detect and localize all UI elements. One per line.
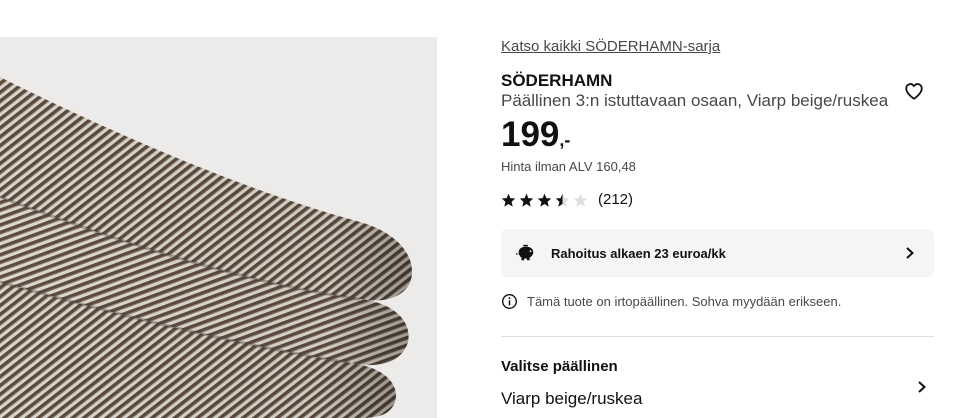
financing-label: Rahoitus alkaen 23 euroa/kk [551, 245, 726, 261]
price-suffix: ,- [559, 130, 571, 150]
series-link[interactable]: Katso kaikki SÖDERHAMN-sarja [501, 38, 720, 55]
rating[interactable]: (212) [501, 191, 633, 208]
cover-select-button[interactable] [911, 376, 933, 398]
chevron-right-icon [906, 247, 914, 259]
divider [501, 336, 934, 337]
cover-select-value[interactable]: Viarp beige/ruskea [501, 389, 642, 409]
info-icon [502, 294, 517, 309]
star-full-icon [519, 193, 534, 207]
heart-icon [905, 83, 923, 100]
wishlist-button[interactable] [900, 78, 928, 104]
cover-notice: Tämä tuote on irtopäällinen. Sohva myydä… [501, 293, 841, 310]
star-full-icon [537, 193, 552, 207]
piggy-bank-icon [516, 244, 534, 261]
star-half-icon [555, 193, 570, 207]
star-empty-icon [573, 193, 588, 207]
fabric-texture-image [0, 37, 437, 418]
rating-stars [501, 193, 588, 207]
chevron-right-icon [918, 381, 926, 393]
star-full-icon [501, 193, 516, 207]
financing-button[interactable]: Rahoitus alkaen 23 euroa/kk [501, 229, 934, 277]
price-integer: 199 [501, 115, 560, 154]
notice-text: Tämä tuote on irtopäällinen. Sohva myydä… [527, 294, 842, 309]
price: 199 ,- [501, 113, 570, 157]
product-info-panel: Katso kaikki SÖDERHAMN-sarja SÖDERHAMN P… [501, 0, 934, 418]
cover-select-title: Valitse päällinen [501, 358, 618, 375]
price-excl-vat: Hinta ilman ALV 160,48 [501, 159, 636, 174]
rating-count: (212) [598, 191, 634, 208]
product-description: Päällinen 3:n istuttavaan osaan, Viarp b… [501, 91, 889, 110]
product-name: SÖDERHAMN [501, 71, 613, 90]
product-image[interactable] [0, 37, 437, 418]
